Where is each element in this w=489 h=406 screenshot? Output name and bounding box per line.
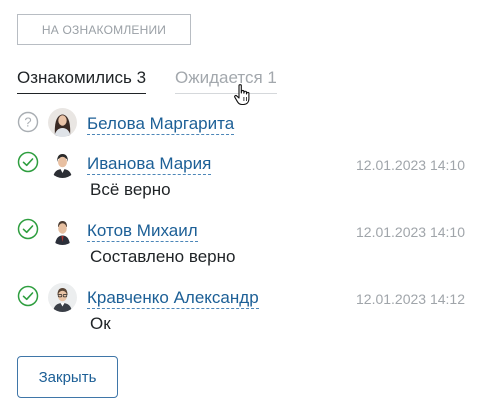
person-name-link[interactable]: Иванова Мария: [87, 154, 212, 175]
person-name-link[interactable]: Котов Михаил: [87, 221, 198, 242]
comment-text: Ок: [90, 314, 111, 333]
timestamp: 12.01.2023 14:10: [356, 224, 465, 240]
avatar: [48, 108, 77, 137]
question-icon: ?: [17, 111, 39, 133]
close-button[interactable]: Закрыть: [17, 356, 118, 398]
tab-acknowledged[interactable]: Ознакомились 3: [17, 68, 147, 94]
timestamp: 12.01.2023 14:10: [356, 157, 465, 173]
comment-text: Составлено верно: [90, 247, 236, 266]
hand-cursor-icon: [234, 84, 250, 106]
avatar: [48, 149, 77, 178]
svg-text:?: ?: [24, 115, 31, 130]
person-name-link[interactable]: Кравченко Александр: [87, 288, 259, 309]
avatar: [48, 216, 77, 245]
comment-text: Всё верно: [90, 180, 171, 199]
check-circle-icon: [17, 218, 39, 240]
check-circle-icon: [17, 151, 39, 173]
avatar: [48, 283, 77, 312]
timestamp: 12.01.2023 14:12: [356, 291, 465, 307]
status-button[interactable]: НА ОЗНАКОМЛЕНИИ: [17, 14, 191, 45]
check-circle-icon: [17, 285, 39, 307]
tab-pending[interactable]: Ожидается 1: [175, 68, 277, 94]
person-name-link[interactable]: Белова Маргарита: [87, 114, 235, 135]
